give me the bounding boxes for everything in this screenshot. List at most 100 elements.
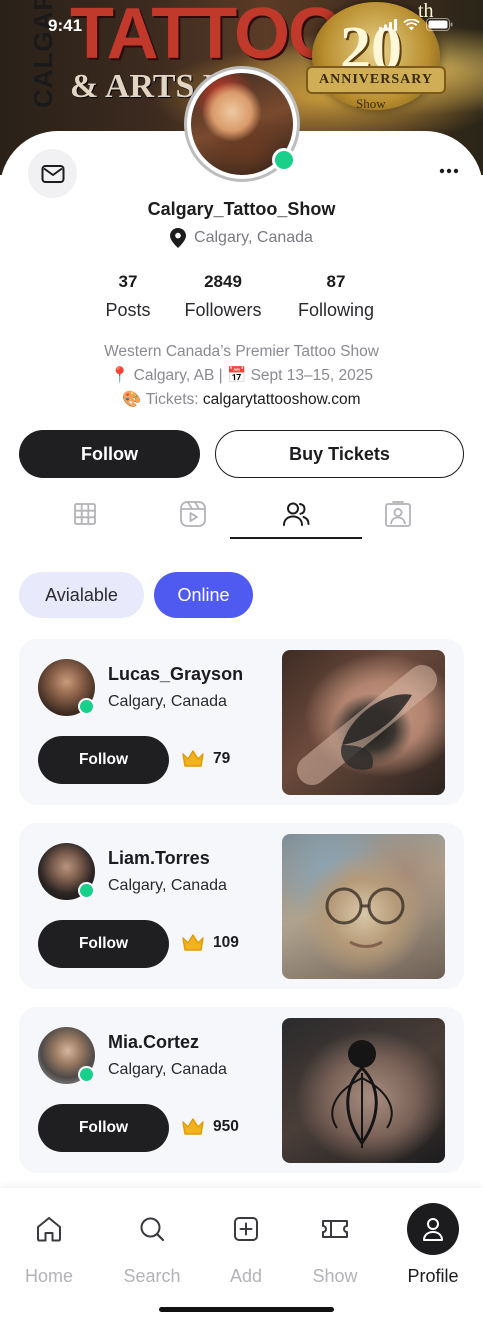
message-button[interactable] xyxy=(28,149,77,198)
artist-tattoo-photo[interactable] xyxy=(282,650,445,795)
pin-emoji-icon: 📍 xyxy=(110,367,130,384)
online-status-dot xyxy=(272,148,296,172)
artist-name[interactable]: Mia.Cortez xyxy=(108,1032,199,1053)
artist-location: Calgary, Canada xyxy=(108,1061,227,1078)
artist-follow-button[interactable]: Follow xyxy=(38,736,169,784)
nav-show-label: Show xyxy=(312,1266,358,1286)
tagged-icon xyxy=(385,501,411,527)
nav-profile[interactable]: Profile xyxy=(393,1203,473,1287)
ornamental-tattoo-icon xyxy=(331,1040,393,1148)
people-icon xyxy=(283,502,310,526)
artist-score-value: 950 xyxy=(213,1118,239,1135)
moth-tattoo-icon xyxy=(297,665,437,785)
nav-add-label: Add xyxy=(229,1266,263,1286)
grid-icon xyxy=(74,503,96,525)
artist-location: Calgary, Canada xyxy=(108,693,227,710)
tab-reels[interactable] xyxy=(173,494,213,534)
artist-score-value: 79 xyxy=(213,750,231,767)
profile-username: Calgary_Tattoo_Show xyxy=(147,199,336,219)
status-bar: 9:41 xyxy=(0,0,483,54)
artist-online-dot xyxy=(78,882,95,899)
nav-search[interactable]: Search xyxy=(112,1206,192,1287)
bio-city: Calgary, AB | xyxy=(133,367,223,384)
artist-follow-button[interactable]: Follow xyxy=(38,920,169,968)
stat-following-label: Following xyxy=(297,300,375,320)
mail-icon xyxy=(41,164,64,183)
tickets-link[interactable]: calgarytattooshow.com xyxy=(203,391,361,408)
crown-icon xyxy=(182,1118,204,1135)
home-indicator xyxy=(159,1307,334,1312)
signal-icon xyxy=(379,18,397,31)
profile-tabs xyxy=(0,494,483,540)
location-pin-icon xyxy=(170,228,187,248)
stat-following[interactable]: 87 Following xyxy=(286,272,386,321)
artist-follow-button[interactable]: Follow xyxy=(38,1104,169,1152)
bio-tickets-label: Tickets: xyxy=(145,391,199,408)
bio-line-event: 📍 Calgary, AB | 📅 Sept 13–15, 2025 xyxy=(0,364,483,388)
artist-score: 950 xyxy=(181,1117,239,1137)
artist-card[interactable]: Lucas_Grayson Calgary, Canada Follow 79 xyxy=(19,639,464,805)
tab-tagged[interactable] xyxy=(378,494,418,534)
active-tab-indicator xyxy=(230,537,362,539)
status-time: 9:41 xyxy=(48,16,83,35)
artist-location: Calgary, Canada xyxy=(108,877,227,894)
artist-name[interactable]: Lucas_Grayson xyxy=(108,664,243,685)
artist-online-dot xyxy=(78,1066,95,1083)
nav-home[interactable]: Home xyxy=(9,1206,89,1287)
home-icon xyxy=(37,1217,61,1242)
tab-people[interactable] xyxy=(276,494,316,534)
artist-online-dot xyxy=(78,698,95,715)
buy-tickets-button[interactable]: Buy Tickets xyxy=(215,430,464,478)
ticket-icon xyxy=(322,1220,348,1238)
artist-score-value: 109 xyxy=(213,934,239,951)
calendar-emoji-icon: 📅 xyxy=(226,367,247,384)
reels-icon xyxy=(180,501,206,527)
crown-icon xyxy=(182,934,204,951)
bio-line-tagline: Western Canada’s Premier Tattoo Show xyxy=(104,343,379,360)
bottom-navigation: Home Search Add Show Profile xyxy=(0,1188,483,1323)
filter-online-chip[interactable]: Online xyxy=(154,572,253,618)
filter-available-chip[interactable]: Avialable xyxy=(19,572,144,618)
stat-followers-label: Followers xyxy=(184,300,262,320)
profile-stats: 37 Posts 2849 Followers 87 Following xyxy=(0,272,483,332)
artist-score: 79 xyxy=(181,749,230,769)
nav-profile-active-bg xyxy=(407,1203,459,1255)
nav-home-label: Home xyxy=(24,1266,73,1286)
tab-grid[interactable] xyxy=(65,494,105,534)
status-icons xyxy=(379,18,453,31)
stat-followers-value: 2849 xyxy=(204,272,242,291)
bio-date: Sept 13–15, 2025 xyxy=(250,367,373,384)
crown-icon xyxy=(182,750,204,767)
nav-search-label: Search xyxy=(123,1266,181,1286)
stat-posts-label: Posts xyxy=(105,300,151,320)
nav-profile-label: Profile xyxy=(407,1266,459,1286)
anniversary-show-text: Show xyxy=(356,96,386,111)
artist-score: 109 xyxy=(181,933,239,953)
wifi-icon xyxy=(403,18,420,30)
more-icon xyxy=(439,168,459,174)
profile-location: Calgary, Canada xyxy=(0,228,483,248)
battery-icon xyxy=(426,18,453,31)
artist-card[interactable]: Mia.Cortez Calgary, Canada Follow 950 xyxy=(19,1007,464,1173)
search-icon xyxy=(140,1217,165,1242)
profile-bio: Western Canada’s Premier Tattoo Show 📍 C… xyxy=(0,340,483,412)
artist-card[interactable]: Liam.Torres Calgary, Canada Follow 109 xyxy=(19,823,464,989)
artist-tattoo-photo[interactable] xyxy=(282,1018,445,1163)
more-options-button[interactable] xyxy=(434,160,464,182)
stat-followers[interactable]: 2849 Followers xyxy=(173,272,273,321)
portrait-tattoo-icon xyxy=(325,887,405,948)
nav-show[interactable]: Show xyxy=(295,1206,375,1287)
stat-posts[interactable]: 37 Posts xyxy=(88,272,168,321)
artist-tattoo-photo[interactable] xyxy=(282,834,445,979)
add-icon xyxy=(234,1217,258,1241)
bio-line-tickets: 🎨 Tickets: calgarytattooshow.com xyxy=(0,388,483,412)
nav-add[interactable]: Add xyxy=(206,1206,286,1287)
artist-name[interactable]: Liam.Torres xyxy=(108,848,210,869)
user-icon xyxy=(423,1218,443,1241)
palette-emoji-icon: 🎨 xyxy=(122,391,142,408)
follow-button[interactable]: Follow xyxy=(19,430,200,478)
profile-location-text: Calgary, Canada xyxy=(194,229,313,246)
stat-posts-value: 37 xyxy=(118,272,138,291)
anniversary-ribbon: ANNIVERSARY xyxy=(306,66,446,94)
stat-following-value: 87 xyxy=(326,272,346,291)
